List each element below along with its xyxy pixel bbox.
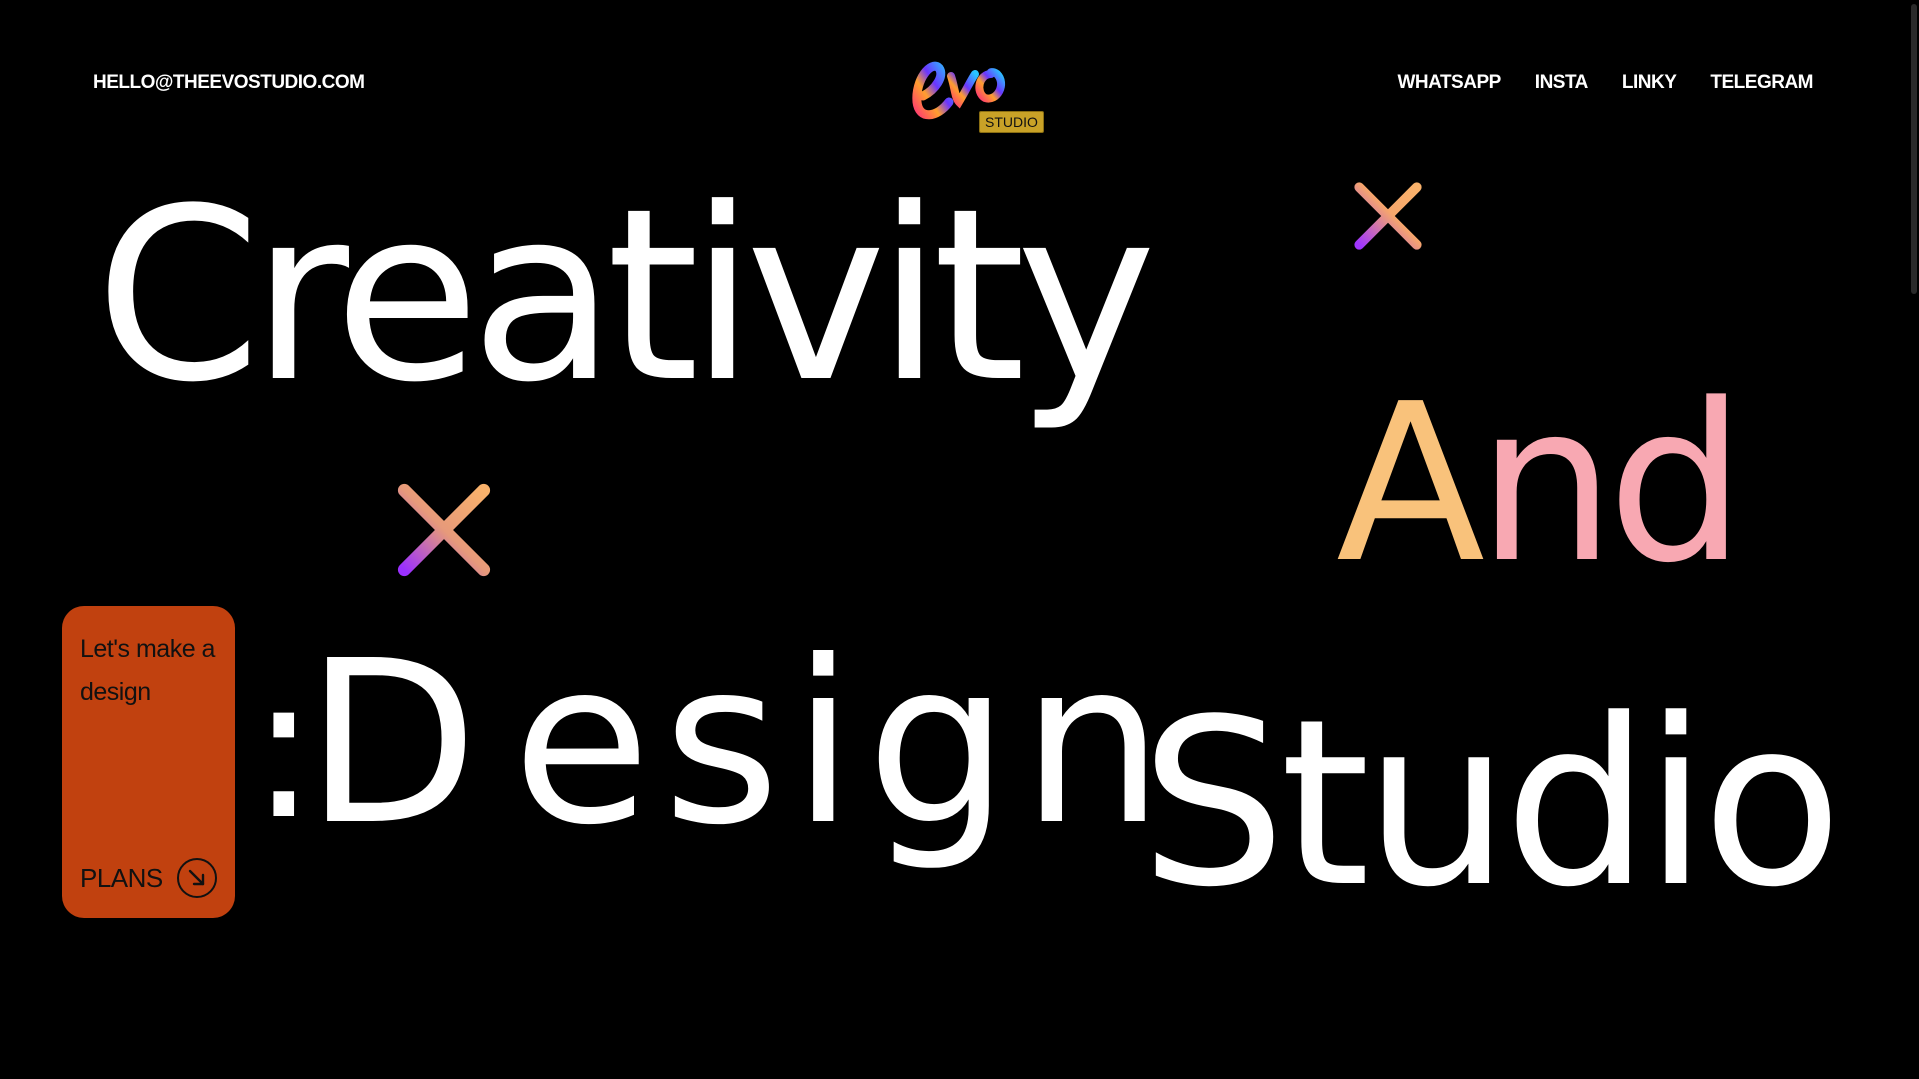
hero-word-and: And <box>1336 376 1746 594</box>
card-footer: PLANS <box>80 858 217 898</box>
arrow-down-right-icon[interactable] <box>177 858 217 898</box>
page: HELLO@THEEVOSTUDIO.COM STUDIO WHATSAPP I… <box>0 0 1919 1079</box>
plans-label: PLANS <box>80 862 163 893</box>
contact-email-link[interactable]: HELLO@THEEVOSTUDIO.COM <box>93 72 365 94</box>
scrollbar-thumb[interactable] <box>1911 4 1917 294</box>
hero-word-design: Design <box>305 632 1176 857</box>
hero-design-first-letter: D <box>305 613 513 875</box>
plans-card[interactable]: Let's make a design PLANS <box>62 606 235 918</box>
hero-and-first-letter: A <box>1336 358 1485 611</box>
nav-whatsapp-link[interactable]: WHATSAPP <box>1397 72 1501 94</box>
hero-and-rest: nd <box>1477 358 1746 611</box>
hero-word-studio: Studio <box>1140 671 1843 938</box>
card-text: Let's make a design <box>80 635 215 706</box>
hero-word-creativity: Creativity <box>95 158 1157 435</box>
nav-insta-link[interactable]: INSTA <box>1535 72 1589 94</box>
hero-design-rest: esign <box>512 613 1176 875</box>
logo-badge: STUDIO <box>979 111 1044 133</box>
logo[interactable]: STUDIO <box>905 40 1045 140</box>
social-nav: WHATSAPP INSTA LINKY TELEGRAM <box>1397 72 1813 94</box>
nav-linky-link[interactable]: LINKY <box>1622 72 1677 94</box>
nav-telegram-link[interactable]: TELEGRAM <box>1710 72 1813 94</box>
scrollbar[interactable] <box>1909 0 1919 1079</box>
asterisk-star-icon <box>1342 170 1434 262</box>
asterisk-star-icon <box>381 467 507 593</box>
